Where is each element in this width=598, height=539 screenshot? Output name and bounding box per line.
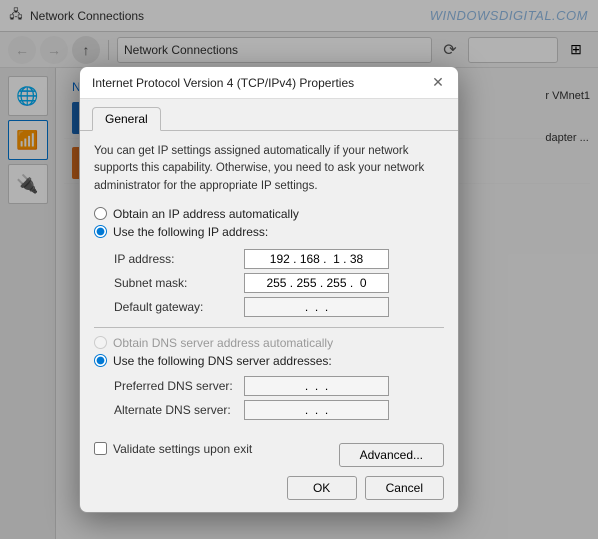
alternate-dns-row: Alternate DNS server: — [114, 400, 444, 420]
ip-fields-section: IP address: Subnet mask: Default gateway… — [114, 249, 444, 317]
dialog-titlebar: Internet Protocol Version 4 (TCP/IPv4) P… — [80, 67, 458, 99]
alternate-dns-input[interactable] — [249, 403, 384, 417]
tcp-ipv4-dialog: Internet Protocol Version 4 (TCP/IPv4) P… — [79, 66, 459, 513]
dialog-title: Internet Protocol Version 4 (TCP/IPv4) P… — [92, 76, 354, 90]
subnet-mask-row: Subnet mask: — [114, 273, 444, 293]
radio-manual-ip-label: Use the following IP address: — [113, 225, 268, 239]
radio-manual-ip[interactable] — [94, 225, 107, 238]
default-gateway-label: Default gateway: — [114, 300, 244, 314]
advanced-button[interactable]: Advanced... — [339, 443, 444, 467]
cancel-button[interactable]: Cancel — [365, 476, 444, 500]
radio-manual-dns-label: Use the following DNS server addresses: — [113, 354, 332, 368]
preferred-dns-row: Preferred DNS server: — [114, 376, 444, 396]
preferred-dns-input[interactable] — [249, 379, 384, 393]
dns-fields-section: Preferred DNS server: Alternate DNS serv… — [114, 376, 444, 420]
ok-cancel-row: OK Cancel — [94, 476, 444, 500]
validate-checkbox[interactable] — [94, 442, 107, 455]
radio-auto-ip[interactable] — [94, 207, 107, 220]
tab-content: You can get IP settings assigned automat… — [80, 130, 458, 442]
tab-strip: General — [80, 99, 458, 130]
default-gateway-row: Default gateway: — [114, 297, 444, 317]
dialog-close-button[interactable]: ✕ — [426, 71, 450, 95]
radio-manual-dns-row: Use the following DNS server addresses: — [94, 354, 444, 368]
subnet-mask-label: Subnet mask: — [114, 276, 244, 290]
radio-auto-ip-label: Obtain an IP address automatically — [113, 207, 299, 221]
ip-address-input[interactable] — [249, 252, 384, 266]
dns-section: Obtain DNS server address automatically … — [94, 336, 444, 368]
radio-auto-dns-row: Obtain DNS server address automatically — [94, 336, 444, 350]
validate-checkbox-label: Validate settings upon exit — [113, 442, 252, 456]
subnet-mask-field[interactable] — [244, 273, 389, 293]
footer-row: Validate settings upon exit Advanced... — [94, 442, 444, 468]
section-divider — [94, 327, 444, 328]
radio-auto-dns[interactable] — [94, 336, 107, 349]
modal-overlay: Internet Protocol Version 4 (TCP/IPv4) P… — [0, 0, 598, 539]
preferred-dns-label: Preferred DNS server: — [114, 379, 244, 393]
ok-button[interactable]: OK — [287, 476, 357, 500]
radio-group-ip: Obtain an IP address automatically Use t… — [94, 207, 444, 239]
radio-auto-dns-label: Obtain DNS server address automatically — [113, 336, 333, 350]
validate-checkbox-row: Validate settings upon exit — [94, 442, 252, 456]
radio-auto-ip-row: Obtain an IP address automatically — [94, 207, 444, 221]
alternate-dns-field[interactable] — [244, 400, 389, 420]
alternate-dns-label: Alternate DNS server: — [114, 403, 244, 417]
subnet-mask-input[interactable] — [249, 276, 384, 290]
radio-manual-dns[interactable] — [94, 354, 107, 367]
default-gateway-field[interactable] — [244, 297, 389, 317]
tab-general[interactable]: General — [92, 107, 161, 131]
ip-address-field[interactable] — [244, 249, 389, 269]
info-text: You can get IP settings assigned automat… — [94, 143, 444, 195]
radio-manual-ip-row: Use the following IP address: — [94, 225, 444, 239]
dialog-footer: Validate settings upon exit Advanced... … — [80, 442, 458, 512]
ip-address-label: IP address: — [114, 252, 244, 266]
default-gateway-input[interactable] — [249, 300, 384, 314]
ip-address-row: IP address: — [114, 249, 444, 269]
preferred-dns-field[interactable] — [244, 376, 389, 396]
